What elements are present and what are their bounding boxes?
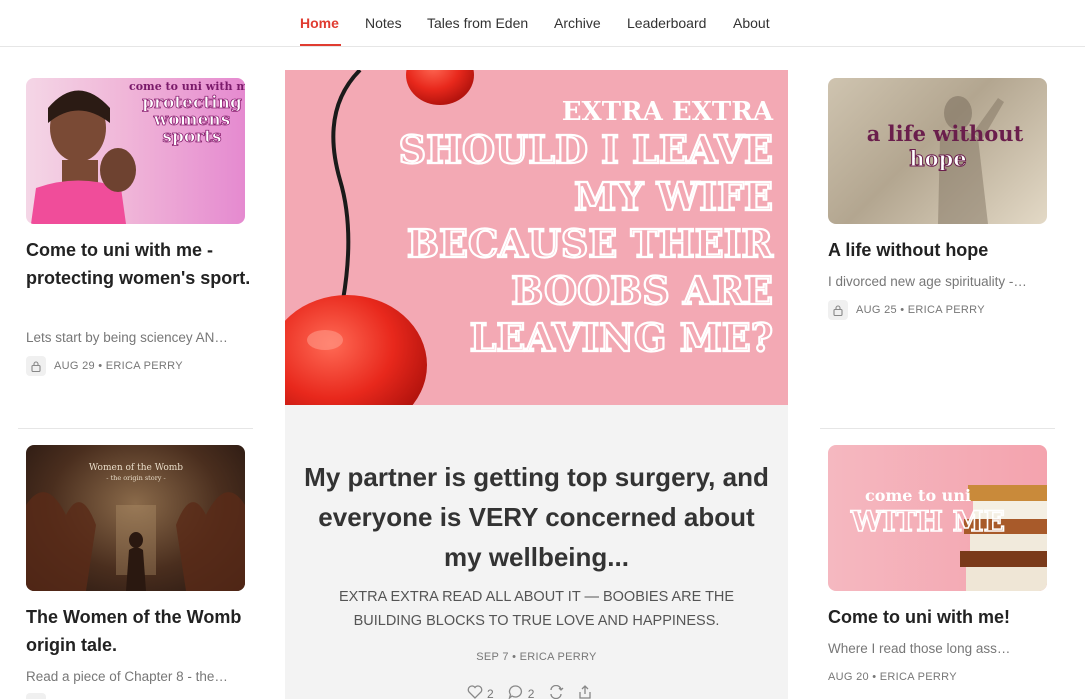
thumb-line-2: hope [909,146,966,171]
featured-post-image[interactable]: EXTRA EXTRA SHOULD I LEAVE MY WIFE BECAU… [285,70,788,405]
post-meta-text: AUG 20 • ERICA PERRY [828,671,957,683]
featured-artwork: EXTRA EXTRA SHOULD I LEAVE MY WIFE BECAU… [285,70,788,405]
comment-icon [508,685,524,699]
post-meta: AUG 29 • ERICA PERRY [26,356,183,376]
lock-icon [26,693,46,699]
post-thumbnail-women-of-the-womb[interactable]: Women of the Womb - the origin story - [26,445,245,591]
divider [820,428,1055,429]
lock-icon [828,300,848,320]
featured-line-4: BECAUSE THEIR [407,221,774,266]
post-meta-text: AUG 29 • ERICA PERRY [54,360,183,372]
featured-line-3: MY WIFE [574,174,773,219]
active-tab-indicator [300,44,341,46]
thumb-line-2: - the origin story - [106,474,165,482]
thumbnail-artwork: Women of the Womb - the origin story - [26,463,245,591]
featured-post-title[interactable]: My partner is getting top surgery, and e… [300,457,773,577]
nav-leaderboard[interactable]: Leaderboard [627,15,706,32]
thumb-line-4: sports [162,127,221,147]
post-thumbnail-protecting-womens-sport[interactable]: come to uni with me protecting womens sp… [26,78,245,224]
post-title[interactable]: The Women of the Womb origin tale. [26,603,251,659]
thumbnail-artwork: come to uni with me protecting womens sp… [31,80,245,224]
top-nav: Home Notes Tales from Eden Archive Leade… [0,0,1085,47]
thumb-line-1: a life without [867,121,1024,146]
nav-archive[interactable]: Archive [554,15,601,32]
nav-about[interactable]: About [733,15,770,32]
thumb-line-2: WITH ME [850,505,1005,538]
post-meta: AUG 25 • ERICA PERRY [828,300,985,320]
post-subtitle: Read a piece of Chapter 8 - the… [26,669,228,684]
thumbnail-artwork: come to uni WITH ME [849,485,1047,591]
featured-post-meta: SEP 7 • ERICA PERRY [476,651,597,663]
post-subtitle: I divorced new age spirituality -… [828,274,1027,289]
post-actions: 2 2 [467,684,592,699]
featured-line-5: BOOBS ARE [511,268,773,313]
post-meta: AUG 20 • ERICA PERRY [828,671,957,683]
post-subtitle: Where I read those long ass… [828,641,1011,656]
like-button[interactable]: 2 [467,685,494,699]
featured-line-2: SHOULD I LEAVE [399,127,773,172]
nav-notes[interactable]: Notes [365,15,402,32]
post-thumbnail-come-to-uni-with-me[interactable]: come to uni WITH ME [828,445,1047,591]
post-thumbnail-a-life-without-hope[interactable]: a life without hope [828,78,1047,224]
heart-icon [467,685,483,699]
like-count: 2 [487,686,494,699]
comment-button[interactable]: 2 [508,685,535,699]
thumb-line-1: Women of the Womb [89,463,183,473]
featured-line-1: EXTRA EXTRA [562,97,774,127]
nav-home[interactable]: Home [300,15,339,32]
lock-icon [26,356,46,376]
post-subtitle: Lets start by being sciencey AN… [26,330,228,345]
post-title[interactable]: Come to uni with me! [828,603,1053,631]
featured-post-subtitle: EXTRA EXTRA READ ALL ABOUT IT — BOOBIES … [338,589,735,629]
divider [18,428,253,429]
nav-tales-from-eden[interactable]: Tales from Eden [427,15,528,32]
thumbnail-artwork: a life without hope [867,96,1024,224]
restack-icon [548,684,564,699]
post-title[interactable]: Come to uni with me - protecting women's… [26,236,251,292]
thumb-line-1: come to uni [865,486,971,505]
thumb-line-1: come to uni with me [129,80,245,93]
featured-line-6: LEAVING ME? [470,315,773,360]
share-icon [578,685,592,699]
share-button[interactable] [578,685,592,699]
post-title[interactable]: A life without hope [828,236,1053,264]
post-meta-text: AUG 25 • ERICA PERRY [856,304,985,316]
restack-button[interactable] [548,684,564,699]
comment-count: 2 [527,686,535,699]
